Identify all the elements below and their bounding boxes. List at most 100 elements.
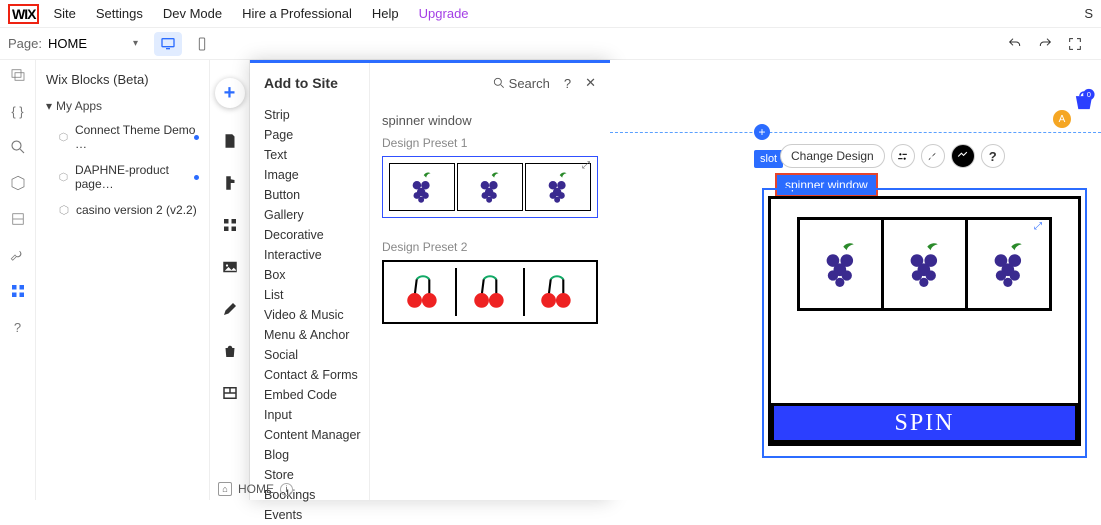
search-icon[interactable] bbox=[9, 138, 27, 156]
category-item[interactable]: Contact & Forms bbox=[250, 365, 369, 385]
reel-cell bbox=[884, 220, 968, 308]
breadcrumb-page[interactable]: HOME bbox=[238, 482, 274, 496]
category-item[interactable]: Gallery bbox=[250, 205, 369, 225]
sub-bar: Page: HOME ▾ bbox=[0, 28, 1101, 60]
app-item[interactable]: casino version 2 (v2.2) bbox=[36, 197, 209, 223]
help-rail-icon[interactable]: ? bbox=[9, 318, 27, 336]
category-item[interactable]: Embed Code bbox=[250, 385, 369, 405]
svg-text:0: 0 bbox=[1087, 90, 1091, 99]
settings-toggle-button[interactable] bbox=[891, 144, 915, 168]
explorer-group-label: My Apps bbox=[56, 99, 102, 113]
category-item[interactable]: Social bbox=[250, 345, 369, 365]
top-right-letter[interactable]: S bbox=[1084, 6, 1093, 21]
category-item[interactable]: Image bbox=[250, 165, 369, 185]
home-crumb-icon[interactable]: ⌂ bbox=[218, 482, 232, 496]
preset-cell bbox=[525, 268, 590, 316]
category-item[interactable]: Decorative bbox=[250, 225, 369, 245]
undo-icon[interactable] bbox=[1007, 36, 1023, 52]
spinner-window-widget[interactable]: ⤢ SPIN bbox=[768, 196, 1081, 446]
expand-icon[interactable] bbox=[1067, 36, 1083, 52]
help-button[interactable]: ? bbox=[981, 144, 1005, 168]
bag-icon[interactable] bbox=[221, 342, 239, 360]
layout-icon[interactable] bbox=[221, 384, 239, 402]
cherry-icon bbox=[536, 271, 578, 313]
preset-cell bbox=[390, 268, 457, 316]
editor-canvas[interactable]: A 0 + slot Change Design ? spinner windo… bbox=[610, 60, 1101, 500]
explorer-group-myapps[interactable]: ▾ My Apps bbox=[36, 95, 209, 117]
subbar-right bbox=[1007, 36, 1093, 52]
grid-icon[interactable] bbox=[221, 216, 239, 234]
unsaved-dot-icon bbox=[194, 175, 199, 180]
design-brush-button[interactable] bbox=[921, 144, 945, 168]
blocks-rail-icon[interactable] bbox=[9, 282, 27, 300]
flyout-close-button[interactable]: ✕ bbox=[585, 75, 596, 91]
cherry-icon bbox=[402, 271, 444, 313]
category-item[interactable]: Button bbox=[250, 185, 369, 205]
flyout-help-button[interactable]: ? bbox=[564, 76, 571, 91]
change-design-button[interactable]: Change Design bbox=[780, 144, 885, 168]
grape-icon bbox=[541, 170, 575, 204]
menu-settings[interactable]: Settings bbox=[96, 6, 143, 21]
add-section-button[interactable]: + bbox=[754, 124, 770, 140]
flyout-search[interactable]: Search bbox=[492, 76, 550, 91]
spin-button[interactable]: SPIN bbox=[771, 403, 1078, 443]
page-icon[interactable] bbox=[221, 132, 239, 150]
category-item[interactable]: Page bbox=[250, 125, 369, 145]
menu-help[interactable]: Help bbox=[372, 6, 399, 21]
flyout-search-label: Search bbox=[509, 76, 550, 91]
layers-icon[interactable] bbox=[9, 66, 27, 84]
category-item[interactable]: Events bbox=[250, 505, 369, 525]
expand-icon: ⤢ bbox=[582, 160, 594, 172]
context-toolbar: Change Design ? bbox=[780, 144, 1005, 168]
category-item[interactable]: Video & Music bbox=[250, 305, 369, 325]
category-item[interactable]: Box bbox=[250, 265, 369, 285]
cart-icon[interactable]: 0 bbox=[1071, 88, 1097, 114]
preset-1-box[interactable]: ⤢ bbox=[382, 156, 598, 218]
info-icon[interactable]: i bbox=[280, 483, 293, 496]
package-icon[interactable] bbox=[9, 174, 27, 192]
menu-site[interactable]: Site bbox=[53, 6, 75, 21]
grape-icon bbox=[902, 241, 948, 287]
image-icon[interactable] bbox=[221, 258, 239, 276]
category-item[interactable]: Content Manager bbox=[250, 425, 369, 445]
slot-tag[interactable]: slot bbox=[754, 150, 783, 168]
menu-hire[interactable]: Hire a Professional bbox=[242, 6, 352, 21]
app-item-label: casino version 2 (v2.2) bbox=[76, 203, 197, 217]
explorer-header: Wix Blocks (Beta) bbox=[36, 68, 209, 95]
redo-icon[interactable] bbox=[1037, 36, 1053, 52]
menu-devmode[interactable]: Dev Mode bbox=[163, 6, 222, 21]
wrench-icon[interactable] bbox=[9, 246, 27, 264]
grape-icon bbox=[405, 170, 439, 204]
pen-icon[interactable] bbox=[221, 300, 239, 318]
menu-upgrade[interactable]: Upgrade bbox=[419, 6, 469, 21]
page-selector[interactable]: Page: HOME ▾ bbox=[8, 36, 138, 51]
database-icon[interactable] bbox=[9, 210, 27, 228]
app-item[interactable]: DAPHNE-product page… bbox=[36, 157, 209, 197]
braces-icon[interactable]: { } bbox=[9, 102, 27, 120]
desktop-icon bbox=[160, 36, 176, 52]
user-avatar[interactable]: A bbox=[1053, 110, 1071, 128]
page-value: HOME bbox=[48, 36, 87, 51]
app-item-label: Connect Theme Demo … bbox=[75, 123, 199, 151]
top-menu-bar: WIX Site Settings Dev Mode Hire a Profes… bbox=[0, 0, 1101, 28]
category-item[interactable]: List bbox=[250, 285, 369, 305]
category-item[interactable]: Interactive bbox=[250, 245, 369, 265]
wix-logo: WIX bbox=[8, 4, 39, 24]
category-item[interactable]: Text bbox=[250, 145, 369, 165]
paint-icon[interactable] bbox=[221, 174, 239, 192]
add-plus-button[interactable]: + bbox=[215, 78, 245, 108]
preset-cell bbox=[457, 163, 523, 211]
search-icon bbox=[492, 76, 506, 90]
category-item[interactable]: Input bbox=[250, 405, 369, 425]
unsaved-dot-icon bbox=[194, 135, 199, 140]
animation-button[interactable] bbox=[951, 144, 975, 168]
mobile-view-button[interactable] bbox=[188, 32, 216, 56]
preset-2-box[interactable] bbox=[382, 260, 598, 324]
desktop-view-button[interactable] bbox=[154, 32, 182, 56]
app-item[interactable]: Connect Theme Demo … bbox=[36, 117, 209, 157]
category-item[interactable]: Blog bbox=[250, 445, 369, 465]
category-item[interactable]: Menu & Anchor bbox=[250, 325, 369, 345]
expand-icon[interactable]: ⤢ bbox=[1034, 221, 1048, 235]
grape-icon bbox=[818, 241, 864, 287]
category-item[interactable]: Strip bbox=[250, 105, 369, 125]
